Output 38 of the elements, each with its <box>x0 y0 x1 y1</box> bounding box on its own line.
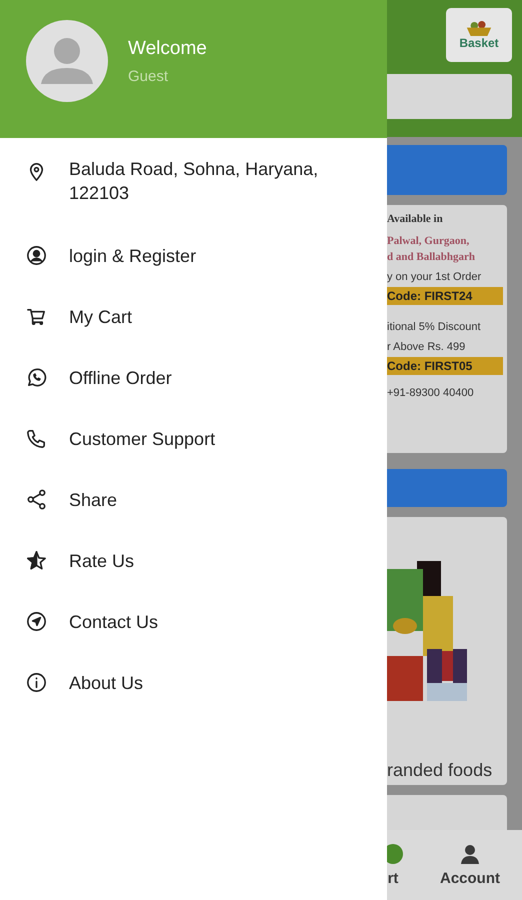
offer-text: r Above Rs. 499 <box>387 341 466 353</box>
menu-item[interactable]: My Cart <box>0 286 387 347</box>
category-title: randed foods <box>387 760 494 781</box>
menu-item[interactable]: Baluda Road, Sohna, Haryana, 122103 <box>0 148 387 225</box>
city-list: Palwal, Gurgaon, <box>387 235 503 247</box>
coupon-code: Code: FIRST05 <box>387 357 503 375</box>
search-field[interactable] <box>387 74 512 119</box>
offer-heading: Available in <box>387 213 444 225</box>
category-card[interactable]: randed foods <box>387 517 507 785</box>
coupon-code: Code: FIRST24 <box>387 287 503 305</box>
logo: Basket <box>446 8 512 62</box>
chat-bubble-icon <box>25 366 48 389</box>
category-card[interactable] <box>387 795 507 830</box>
nav-tab[interactable]: Account <box>440 844 500 886</box>
menu-item[interactable]: About Us <box>0 652 387 713</box>
menu-item[interactable]: Offline Order <box>0 347 387 408</box>
person-icon <box>460 844 480 864</box>
star-icon <box>25 549 48 572</box>
navigation-icon <box>25 610 48 633</box>
phone-number: +91-89300 40400 <box>387 387 475 399</box>
info-icon <box>25 671 48 694</box>
offer-text: itional 5% Discount <box>387 321 482 333</box>
menu-item[interactable]: Customer Support <box>0 408 387 469</box>
menu-item[interactable]: Share <box>0 469 387 530</box>
offer-text: y on your 1st Order <box>387 271 482 283</box>
badge-icon <box>387 844 403 864</box>
avatar-icon <box>26 20 108 102</box>
phone-icon <box>25 427 48 450</box>
welcome-title: Welcome <box>128 38 207 60</box>
menu-item[interactable]: login & Register <box>0 225 387 286</box>
menu-item[interactable]: Rate Us <box>0 530 387 591</box>
account-icon <box>25 244 48 267</box>
nav-tab[interactable]: rt <box>387 844 403 886</box>
user-name: Guest <box>128 68 170 84</box>
city-list: d and Ballabhgarh <box>387 251 503 263</box>
basket-icon <box>465 20 493 36</box>
share-icon <box>25 488 48 511</box>
menu-item[interactable]: Contact Us <box>0 591 387 652</box>
